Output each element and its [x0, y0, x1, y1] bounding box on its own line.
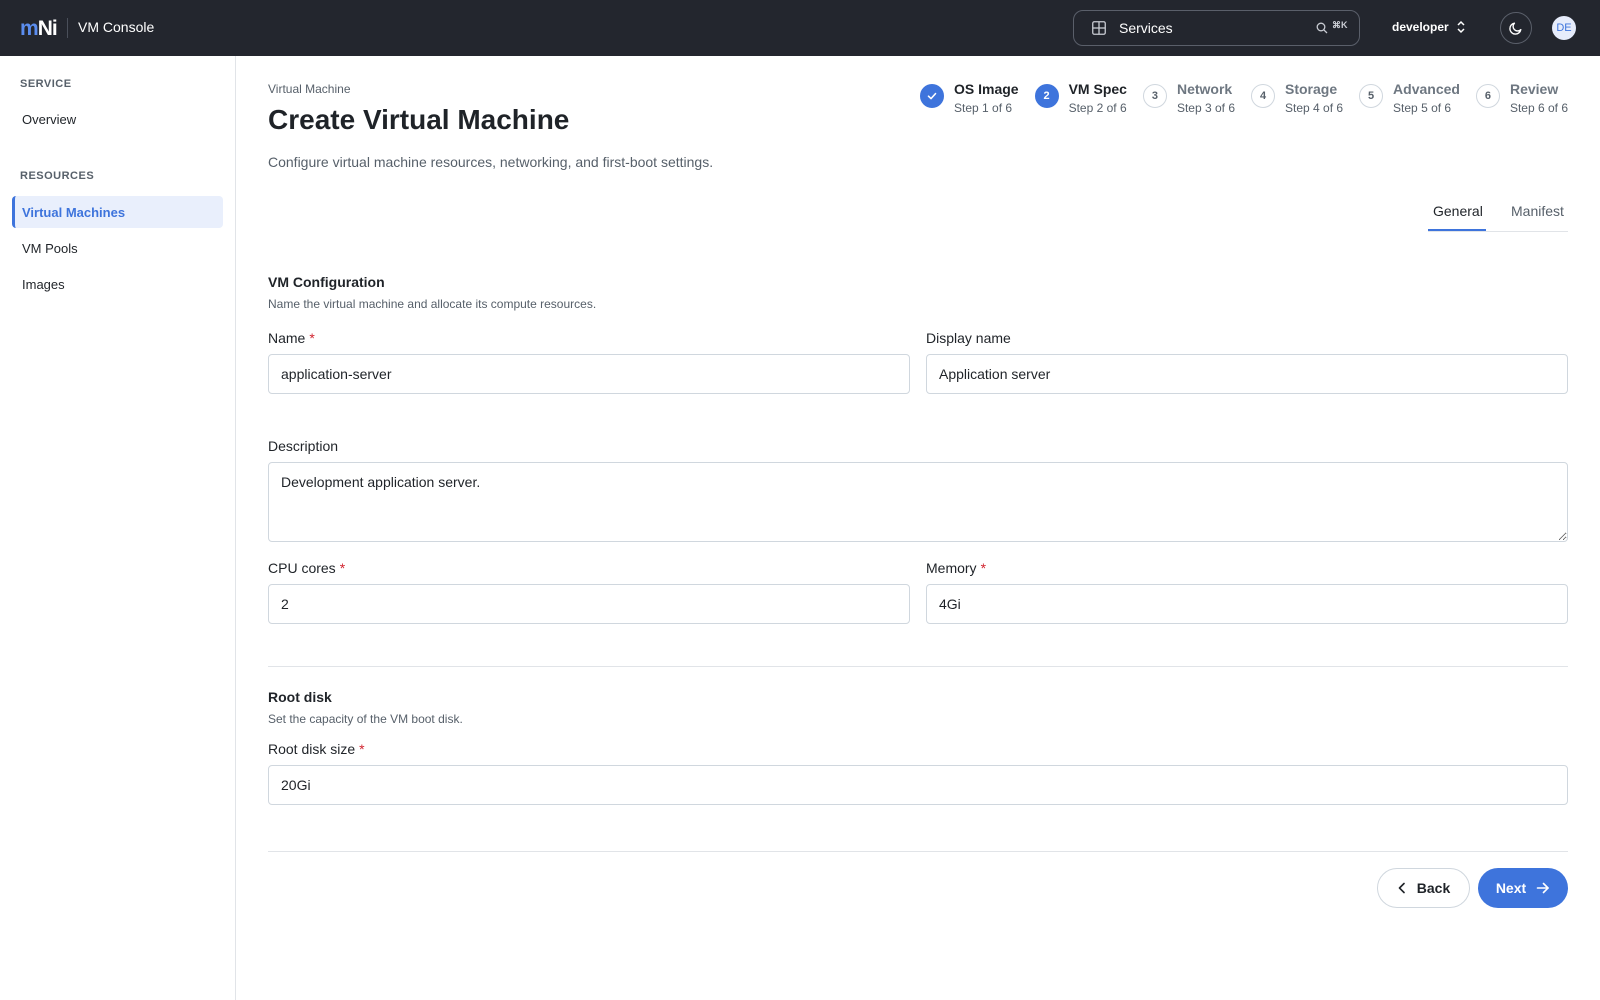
- page-subtitle: Configure virtual machine resources, net…: [268, 154, 714, 170]
- chevron-left-icon: [1398, 882, 1405, 894]
- section-divider: [268, 666, 1568, 667]
- next-button[interactable]: Next: [1478, 868, 1568, 908]
- app-title: VM Console: [78, 19, 155, 35]
- step-title: Advanced: [1393, 81, 1460, 97]
- back-button[interactable]: Back: [1377, 868, 1470, 908]
- step-number: 4: [1251, 84, 1275, 108]
- required-mark: *: [980, 560, 987, 576]
- chevron-updown-icon: [1457, 20, 1465, 34]
- wizard-stepper: OS Image Step 1 of 6 2 VM Spec Step 2 of…: [920, 80, 1568, 116]
- description-textarea[interactable]: Development application server.: [268, 462, 1568, 542]
- grid-icon: [1092, 21, 1106, 35]
- step-advanced[interactable]: 5 Advanced Step 5 of 6: [1359, 80, 1460, 116]
- name-label: Name *: [268, 330, 315, 346]
- page-title: Create Virtual Machine: [268, 104, 570, 135]
- sidebar-item-images[interactable]: Images: [12, 268, 223, 300]
- context-label: developer: [1392, 20, 1449, 34]
- step-review[interactable]: 6 Review Step 6 of 6: [1475, 80, 1569, 116]
- top-bar: m Ni VM Console Services ⌘K developer DE: [0, 0, 1600, 56]
- step-title: Network: [1176, 81, 1233, 97]
- services-label: Services: [1119, 20, 1173, 36]
- step-number: 2: [1034, 84, 1059, 108]
- step-number: 6: [1475, 84, 1500, 108]
- required-mark: *: [359, 741, 365, 757]
- root-disk-size-input[interactable]: [268, 765, 1568, 805]
- brand-logo[interactable]: m Ni: [20, 17, 58, 41]
- avatar[interactable]: DE: [1552, 16, 1576, 40]
- arrow-right-icon: [1536, 882, 1549, 894]
- sidebar-heading-resources: RESOURCES: [20, 170, 95, 182]
- keyboard-shortcut: ⌘K: [1332, 20, 1348, 30]
- check-icon: [920, 84, 944, 108]
- breadcrumb[interactable]: Virtual Machine: [268, 82, 351, 96]
- active-tab-indicator: [1428, 229, 1486, 231]
- step-subtitle: Step 4 of 6: [1285, 101, 1344, 115]
- search-icon: [1316, 22, 1328, 34]
- services-search-button[interactable]: Services ⌘K: [1073, 10, 1360, 46]
- step-network[interactable]: 3 Network Step 3 of 6: [1142, 80, 1235, 116]
- description-label: Description: [268, 438, 339, 454]
- step-vm-spec[interactable]: 2 VM Spec Step 2 of 6: [1034, 80, 1127, 116]
- sidebar: SERVICE Overview RESOURCES Virtual Machi…: [0, 56, 236, 1000]
- context-selector[interactable]: developer: [1392, 20, 1466, 34]
- step-title: OS Image: [954, 81, 1019, 97]
- section-desc-root-disk: Set the capacity of the VM boot disk.: [268, 712, 463, 726]
- step-title: Review: [1509, 81, 1559, 97]
- step-os-image[interactable]: OS Image Step 1 of 6: [920, 80, 1019, 116]
- cpu-cores-input[interactable]: [268, 584, 910, 624]
- section-title-vm-configuration: VM Configuration: [268, 274, 385, 290]
- name-input[interactable]: [268, 354, 910, 394]
- section-desc-vm-configuration: Name the virtual machine and allocate it…: [268, 297, 597, 311]
- sidebar-item-vm-pools[interactable]: VM Pools: [12, 232, 223, 264]
- moon-icon: [1509, 22, 1522, 35]
- step-subtitle: Step 5 of 6: [1393, 101, 1452, 115]
- root-disk-size-label: Root disk size *: [268, 741, 365, 757]
- tab-general[interactable]: General: [1433, 203, 1483, 219]
- required-mark: *: [309, 330, 315, 346]
- footer-divider: [268, 851, 1568, 852]
- step-number: 5: [1359, 84, 1384, 108]
- step-subtitle: Step 3 of 6: [1176, 101, 1235, 115]
- sidebar-item-virtual-machines[interactable]: Virtual Machines: [12, 196, 223, 228]
- tab-manifest[interactable]: Manifest: [1511, 203, 1564, 219]
- memory-label: Memory *: [926, 560, 987, 576]
- view-tabs: General Manifest: [1428, 196, 1568, 232]
- step-subtitle: Step 1 of 6: [954, 101, 1013, 115]
- theme-toggle-button[interactable]: [1500, 12, 1532, 44]
- display-name-label: Display name: [926, 330, 1011, 346]
- step-number: 3: [1142, 84, 1167, 108]
- sidebar-item-overview[interactable]: Overview: [12, 103, 223, 135]
- section-title-root-disk: Root disk: [268, 689, 332, 705]
- step-title: VM Spec: [1068, 81, 1127, 97]
- step-subtitle: Step 2 of 6: [1068, 101, 1127, 115]
- logo-divider: [67, 18, 68, 38]
- memory-input[interactable]: [926, 584, 1568, 624]
- sidebar-heading-service: SERVICE: [20, 78, 72, 90]
- step-subtitle: Step 6 of 6: [1509, 101, 1569, 115]
- step-title: Storage: [1285, 81, 1338, 97]
- step-storage[interactable]: 4 Storage Step 4 of 6: [1251, 80, 1343, 116]
- cpu-cores-label: CPU cores *: [268, 560, 346, 576]
- required-mark: *: [339, 560, 346, 576]
- display-name-input[interactable]: [926, 354, 1568, 394]
